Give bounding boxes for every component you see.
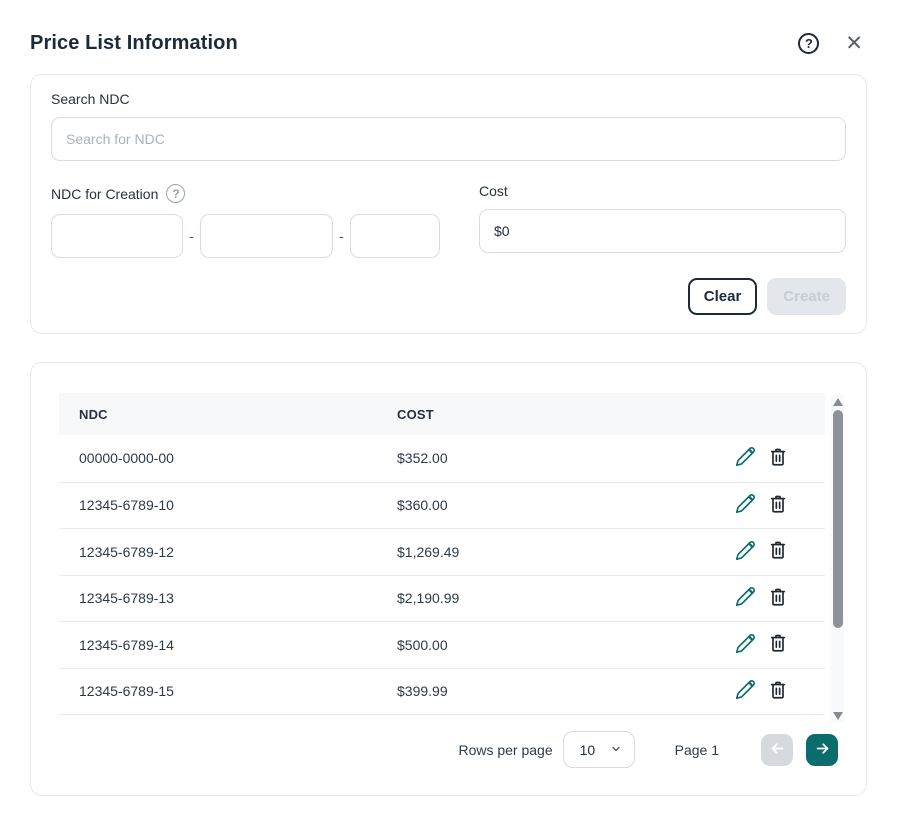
price-list-table-card: NDC COST 00000-0000-00 $352.00 12345-678… xyxy=(30,362,867,796)
delete-trash-icon xyxy=(768,447,788,470)
delete-trash-icon xyxy=(768,540,788,563)
edit-button[interactable] xyxy=(733,538,758,566)
table-row: 12345-6789-13 $2,190.99 xyxy=(59,575,825,622)
scrollbar-thumb[interactable] xyxy=(833,410,843,628)
edit-button[interactable] xyxy=(733,491,758,519)
edit-pencil-icon xyxy=(735,679,756,703)
table-header-row: NDC COST xyxy=(59,393,825,435)
page-title: Price List Information xyxy=(30,32,238,55)
cost-group: Cost xyxy=(479,183,846,258)
modal-header: Price List Information ? ✕ xyxy=(30,28,867,58)
edit-pencil-icon xyxy=(735,446,756,470)
ndc-separator: - xyxy=(333,228,350,244)
table-body: 00000-0000-00 $352.00 12345-6789-10 $360… xyxy=(59,435,825,714)
column-header-ndc: NDC xyxy=(79,407,397,422)
search-ndc-input[interactable] xyxy=(51,117,846,161)
ndc-creation-help-icon[interactable]: ? xyxy=(166,184,185,203)
ndc-creation-group: NDC for Creation ? - - xyxy=(51,183,459,258)
edit-pencil-icon xyxy=(735,586,756,610)
cost-cell: $360.00 xyxy=(397,497,733,513)
help-icon[interactable]: ? xyxy=(798,33,819,54)
cost-cell: $500.00 xyxy=(397,637,733,653)
arrow-left-icon xyxy=(769,740,786,760)
delete-button[interactable] xyxy=(766,585,790,612)
cost-label: Cost xyxy=(479,183,846,199)
rows-per-page-select[interactable]: 10 xyxy=(563,731,635,768)
table-row: 12345-6789-12 $1,269.49 xyxy=(59,528,825,575)
delete-trash-icon xyxy=(768,680,788,703)
header-icons: ? ✕ xyxy=(798,33,867,54)
clear-button[interactable]: Clear xyxy=(688,278,758,315)
ndc-segment-3-input[interactable] xyxy=(350,214,440,258)
delete-button[interactable] xyxy=(766,538,790,565)
delete-button[interactable] xyxy=(766,445,790,472)
cost-cell: $1,269.49 xyxy=(397,544,733,560)
cost-cell: $399.99 xyxy=(397,683,733,699)
rows-per-page-value: 10 xyxy=(580,742,596,758)
edit-pencil-icon xyxy=(735,540,756,564)
ndc-segment-1-input[interactable] xyxy=(51,214,183,258)
edit-button[interactable] xyxy=(733,584,758,612)
ndc-cell: 12345-6789-12 xyxy=(79,544,397,560)
edit-button[interactable] xyxy=(733,631,758,659)
ndc-cell: 00000-0000-00 xyxy=(79,450,397,466)
edit-pencil-icon xyxy=(735,493,756,517)
table-row: 12345-6789-14 $500.00 xyxy=(59,621,825,668)
delete-button[interactable] xyxy=(766,678,790,705)
cost-input[interactable] xyxy=(479,209,846,253)
rows-per-page-label: Rows per page xyxy=(458,742,552,758)
search-ndc-label: Search NDC xyxy=(51,91,846,107)
ndc-cell: 12345-6789-10 xyxy=(79,497,397,513)
delete-button[interactable] xyxy=(766,492,790,519)
price-list-modal: Price List Information ? ✕ Search NDC ND… xyxy=(0,0,897,826)
search-create-card: Search NDC NDC for Creation ? - - Cost xyxy=(30,74,867,334)
cost-cell: $352.00 xyxy=(397,450,733,466)
page-indicator: Page 1 xyxy=(675,742,719,758)
vertical-scrollbar[interactable] xyxy=(831,395,844,723)
table-scroll-area: NDC COST 00000-0000-00 $352.00 12345-678… xyxy=(59,393,825,715)
scroll-up-arrow-icon[interactable] xyxy=(833,398,843,406)
ndc-segment-2-input[interactable] xyxy=(200,214,333,258)
ndc-cell: 12345-6789-14 xyxy=(79,637,397,653)
edit-pencil-icon xyxy=(735,633,756,657)
delete-trash-icon xyxy=(768,494,788,517)
chevron-down-icon xyxy=(610,742,622,758)
create-button: Create xyxy=(767,278,846,315)
delete-trash-icon xyxy=(768,587,788,610)
table-row: 12345-6789-10 $360.00 xyxy=(59,482,825,529)
close-icon[interactable]: ✕ xyxy=(845,33,863,54)
delete-trash-icon xyxy=(768,633,788,656)
ndc-cell: 12345-6789-15 xyxy=(79,683,397,699)
edit-button[interactable] xyxy=(733,444,758,472)
previous-page-button xyxy=(761,734,793,766)
table-row: 12345-6789-15 $399.99 xyxy=(59,668,825,715)
edit-button[interactable] xyxy=(733,677,758,705)
cost-cell: $2,190.99 xyxy=(397,590,733,606)
ndc-creation-label: NDC for Creation xyxy=(51,186,158,202)
arrow-right-icon xyxy=(814,740,831,760)
delete-button[interactable] xyxy=(766,631,790,658)
table-wrap: NDC COST 00000-0000-00 $352.00 12345-678… xyxy=(59,393,838,715)
next-page-button[interactable] xyxy=(806,734,838,766)
ndc-separator: - xyxy=(183,228,200,244)
table-footer: Rows per page 10 Page 1 xyxy=(59,731,838,768)
table-row: 00000-0000-00 $352.00 xyxy=(59,435,825,482)
scroll-down-arrow-icon[interactable] xyxy=(833,712,843,720)
ndc-cell: 12345-6789-13 xyxy=(79,590,397,606)
column-header-cost: COST xyxy=(397,407,733,422)
